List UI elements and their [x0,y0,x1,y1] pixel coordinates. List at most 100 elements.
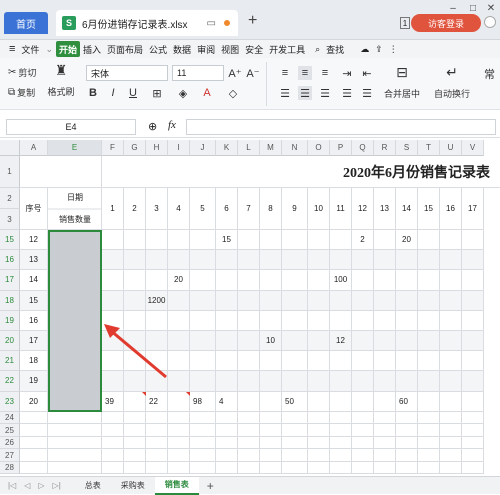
empty-cell[interactable] [216,436,238,450]
empty-cell[interactable] [168,449,190,462]
align-middle-icon[interactable]: ≡ [298,66,312,80]
distributed-icon[interactable]: ☰ [360,86,374,100]
empty-cell[interactable] [418,290,440,311]
empty-cell[interactable] [330,391,352,412]
formula-input[interactable] [186,119,496,135]
empty-cell[interactable] [396,351,418,372]
empty-cell[interactable] [418,351,440,372]
empty-cell[interactable] [282,351,308,372]
col-header-A[interactable]: A [20,140,48,156]
empty-cell[interactable] [374,331,396,352]
row-header-22[interactable]: 22 [0,371,20,392]
empty-cell[interactable] [418,449,440,462]
sheet-tab-sales[interactable]: 销售表 [154,476,199,495]
row-header-26[interactable]: 26 [0,436,20,450]
empty-cell[interactable] [352,250,374,271]
copy-button[interactable]: ⧉ 复制 [8,86,35,99]
empty-cell[interactable] [440,351,462,372]
empty-cell[interactable] [440,230,462,251]
col-header-H[interactable]: H [146,140,168,156]
select-all-corner[interactable] [0,140,20,156]
menu-formula[interactable]: 公式 [146,41,170,57]
empty-cell[interactable] [102,461,124,474]
empty-cell[interactable] [168,290,190,311]
empty-cell[interactable] [396,310,418,331]
empty-cell[interactable] [216,310,238,331]
empty-cell[interactable] [190,250,216,271]
value-cell[interactable]: 15 [216,230,238,251]
chevron-down-icon[interactable]: ⌄ [42,41,56,57]
day-header-cell[interactable]: 7 [238,188,260,230]
empty-cell[interactable] [216,290,238,311]
font-grow-icon[interactable]: A⁺ [228,66,242,80]
empty-cell[interactable] [190,351,216,372]
empty-cell[interactable] [330,310,352,331]
empty-cell[interactable] [352,371,374,392]
empty-cell[interactable] [168,310,190,331]
day-header-cell[interactable]: 17 [462,188,484,230]
seq-cell[interactable]: 17 [20,331,48,352]
empty-cell[interactable] [260,411,282,425]
empty-cell[interactable] [238,436,260,450]
empty-cell[interactable] [190,411,216,425]
empty-cell[interactable] [330,411,352,425]
empty-cell[interactable] [352,270,374,291]
next-sheet-icon[interactable]: ▷ [38,481,44,490]
row-header-28[interactable]: 28 [0,461,20,474]
empty-cell[interactable] [168,351,190,372]
empty-cell[interactable] [48,449,102,462]
col-header-U[interactable]: U [440,140,462,156]
empty-cell[interactable] [418,436,440,450]
add-sheet-button[interactable]: + [207,479,214,493]
empty-cell[interactable] [330,424,352,437]
row-header-25[interactable]: 25 [0,424,20,437]
empty-cell[interactable] [352,436,374,450]
empty-cell[interactable] [352,331,374,352]
empty-cell[interactable] [308,230,330,251]
empty-cell[interactable] [352,461,374,474]
minimize-icon[interactable]: – [446,2,460,14]
empty-cell[interactable] [282,310,308,331]
col-header-I[interactable]: I [168,140,190,156]
empty-cell[interactable] [124,270,146,291]
col-header-F[interactable]: F [102,140,124,156]
prev-sheet-icon[interactable]: ◁ [24,481,30,490]
empty-cell[interactable] [48,411,102,425]
empty-cell[interactable] [308,436,330,450]
bold-icon[interactable]: B [86,86,100,100]
menu-security[interactable]: 安全 [242,41,266,57]
empty-cell[interactable] [396,461,418,474]
empty-cell[interactable] [308,391,330,412]
row-header-17[interactable]: 17 [0,270,20,291]
empty-cell[interactable] [282,270,308,291]
empty-cell[interactable] [396,424,418,437]
day-header-cell[interactable]: 16 [440,188,462,230]
page-badge[interactable]: 1 [400,17,410,29]
col-header-R[interactable]: R [374,140,396,156]
empty-cell[interactable] [168,230,190,251]
empty-cell[interactable] [124,290,146,311]
value-cell[interactable]: 2 [352,230,374,251]
row-header-1[interactable]: 1 [0,156,20,188]
empty-cell[interactable] [260,371,282,392]
empty-cell[interactable] [418,371,440,392]
empty-cell[interactable] [260,230,282,251]
col-header-O[interactable]: O [308,140,330,156]
empty-cell[interactable] [190,310,216,331]
empty-cell[interactable] [282,331,308,352]
empty-cell[interactable] [440,424,462,437]
clear-format-icon[interactable]: ◇ [226,86,240,100]
screen-icon[interactable]: ▭ [207,18,216,29]
empty-cell[interactable] [440,270,462,291]
empty-cell[interactable] [260,270,282,291]
col-header-J[interactable]: J [190,140,216,156]
empty-cell[interactable] [260,310,282,331]
empty-cell[interactable] [20,461,48,474]
empty-cell[interactable] [396,270,418,291]
align-left-icon[interactable]: ☰ [278,86,292,100]
day-header-cell[interactable]: 4 [168,188,190,230]
empty-cell[interactable] [418,250,440,271]
empty-cell[interactable] [330,449,352,462]
empty-cell[interactable] [102,250,124,271]
search-icon[interactable]: ⌕ [312,41,323,57]
